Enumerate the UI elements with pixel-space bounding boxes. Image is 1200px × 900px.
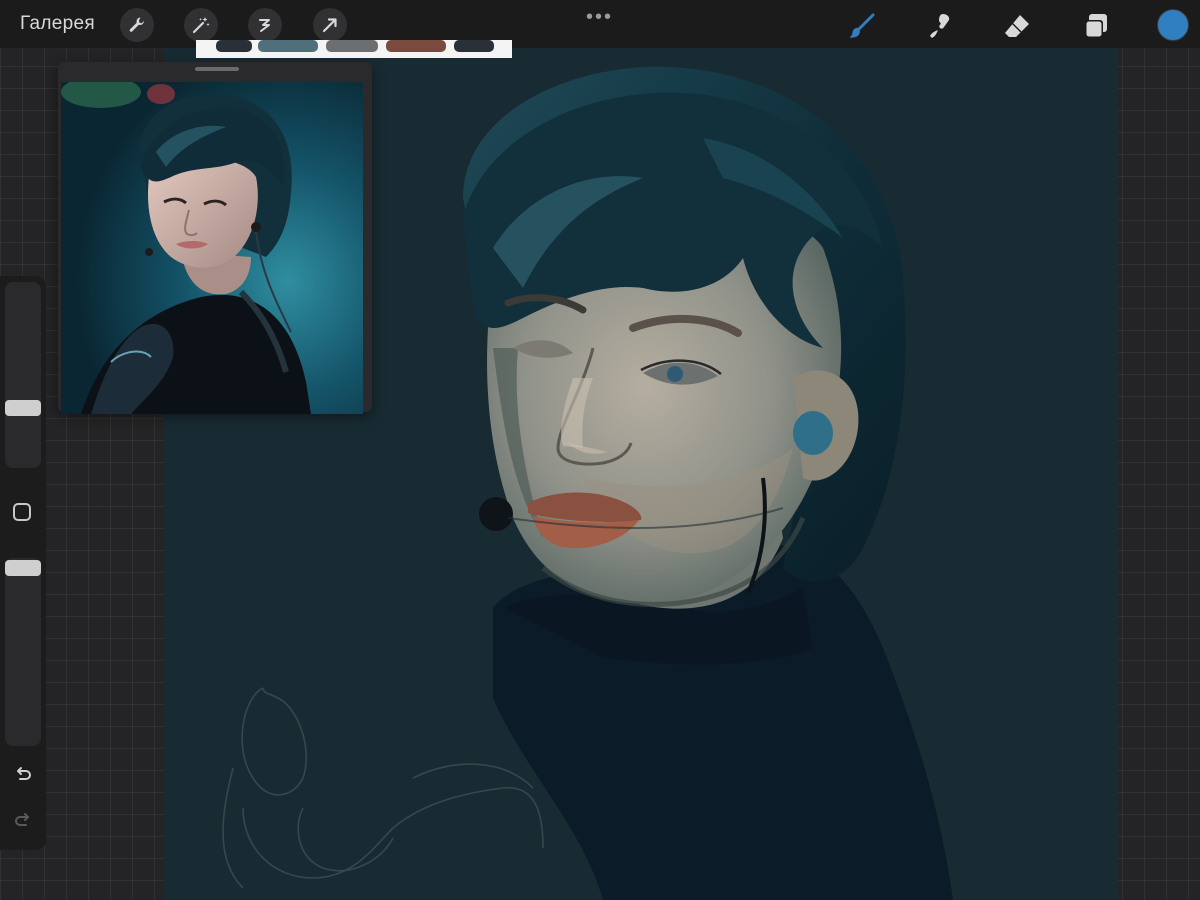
layers-icon[interactable] (1078, 8, 1114, 44)
left-sidebar (0, 276, 46, 850)
undo-icon[interactable] (10, 762, 36, 788)
reference-drag-handle[interactable] (195, 67, 239, 71)
brush-icon[interactable] (844, 8, 880, 44)
square-modify-icon[interactable] (13, 503, 31, 521)
redo-icon[interactable] (10, 808, 36, 834)
brush-size-slider[interactable] (5, 282, 41, 468)
eraser-icon[interactable] (999, 8, 1035, 44)
transform-arrow-icon[interactable] (313, 8, 347, 42)
reference-photo (61, 82, 363, 414)
selection-icon[interactable] (248, 8, 282, 42)
brush-size-thumb[interactable] (5, 400, 41, 416)
adjustments-wand-icon[interactable] (184, 8, 218, 42)
smudge-icon[interactable] (922, 8, 958, 44)
color-picker-swatch[interactable] (1157, 9, 1189, 41)
reference-window[interactable] (58, 62, 372, 414)
color-strip (196, 40, 512, 58)
opacity-thumb[interactable] (5, 560, 41, 576)
more-dots-icon[interactable]: ••• (586, 6, 613, 29)
actions-wrench-icon[interactable] (120, 8, 154, 42)
top-toolbar: Галерея ••• (0, 0, 1200, 48)
gallery-button[interactable]: Галерея (20, 13, 95, 35)
opacity-slider[interactable] (5, 558, 41, 746)
